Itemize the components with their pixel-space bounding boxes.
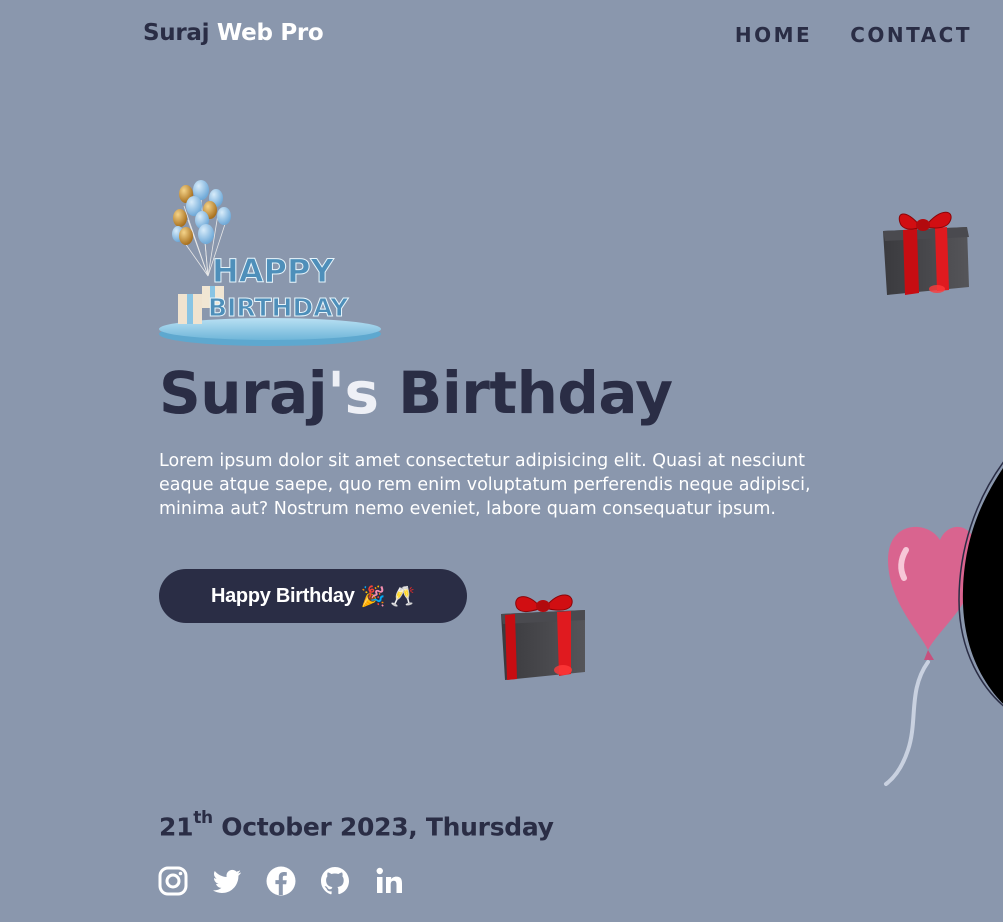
nav-home-link[interactable]: HOME (735, 23, 812, 47)
page-title: Suraj's Birthday (159, 359, 673, 429)
button-label: Happy Birthday (210, 584, 355, 607)
twitter-icon[interactable] (211, 865, 243, 899)
title-apostrophe: 's (327, 359, 379, 427)
main-nav: HOME CONTACT (735, 23, 972, 47)
gift-box-icon (501, 594, 585, 680)
title-rest: Birthday (398, 359, 673, 427)
party-emoji-icon: 🎉 🥂 (360, 585, 416, 608)
date-rest: October 2023, Thursday (221, 812, 554, 842)
logo-first: Suraj (143, 20, 210, 46)
decorative-shape (958, 461, 1003, 707)
event-date: 21th October 2023, Thursday (159, 808, 554, 842)
date-day: 21 (159, 812, 194, 842)
linkedin-icon[interactable] (373, 865, 405, 899)
social-links (157, 865, 405, 899)
art-text-birthday: BIRTHDAY (208, 293, 349, 322)
gift-box-icon (883, 211, 969, 295)
site-logo[interactable]: Suraj Web Pro (143, 20, 324, 46)
title-name: Suraj (159, 359, 328, 427)
page: Suraj Web Pro HOME CONTACT HAPPY BIRTHDA… (0, 0, 1003, 922)
github-icon[interactable] (319, 865, 351, 899)
happy-birthday-art: HAPPY BIRTHDAY (159, 180, 381, 346)
instagram-icon[interactable] (157, 865, 189, 899)
logo-second: Web Pro (216, 20, 324, 46)
facebook-icon[interactable] (265, 865, 297, 899)
nav-contact-link[interactable]: CONTACT (850, 23, 972, 47)
hero-description: Lorem ipsum dolor sit amet consectetur a… (159, 451, 811, 519)
happy-birthday-button[interactable]: Happy Birthday 🎉 🥂 (159, 569, 467, 623)
date-suffix: th (193, 808, 213, 828)
art-text-happy: HAPPY (212, 252, 334, 290)
